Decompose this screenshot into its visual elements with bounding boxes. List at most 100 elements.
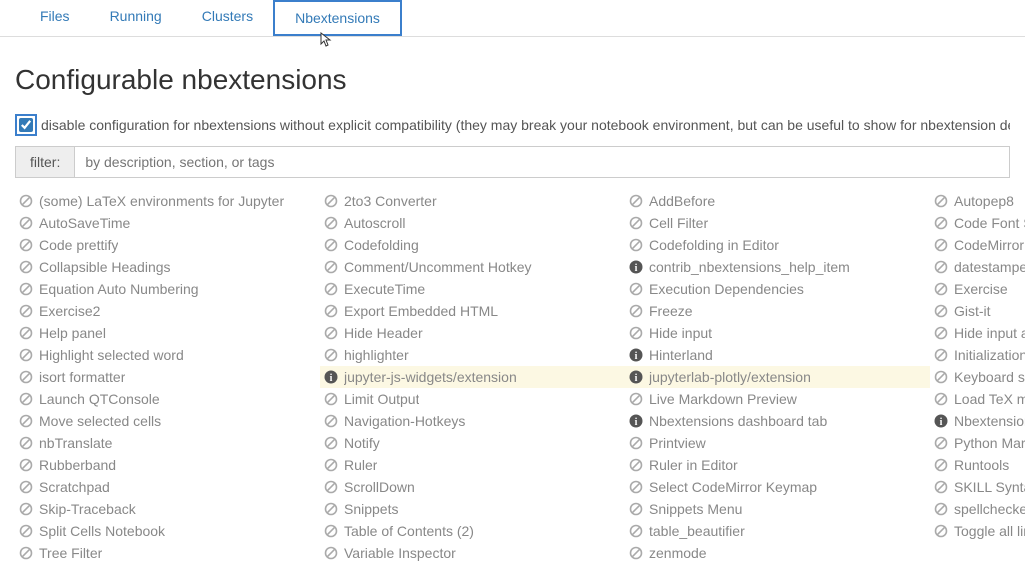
extension-item[interactable]: Move selected cells bbox=[15, 410, 320, 432]
extension-item[interactable]: Split Cells Notebook bbox=[15, 520, 320, 542]
extension-item[interactable]: Help panel bbox=[15, 322, 320, 344]
tab-running[interactable]: Running bbox=[90, 0, 182, 36]
extension-item[interactable]: icontrib_nbextensions_help_item bbox=[625, 256, 930, 278]
extension-item[interactable]: Exercise bbox=[930, 278, 1025, 300]
extension-item[interactable]: datestamper bbox=[930, 256, 1025, 278]
extension-item[interactable]: Hide input bbox=[625, 322, 930, 344]
extension-item[interactable]: iNbextensions dashboard tab bbox=[625, 410, 930, 432]
extension-item[interactable]: Comment/Uncomment Hotkey bbox=[320, 256, 625, 278]
extension-item[interactable]: Live Markdown Preview bbox=[625, 388, 930, 410]
extensions-grid: (some) LaTeX environments for Jupyter2to… bbox=[15, 190, 1010, 564]
extension-item[interactable]: Autopep8 bbox=[930, 190, 1025, 212]
extension-item[interactable]: AddBefore bbox=[625, 190, 930, 212]
extension-item[interactable]: Select CodeMirror Keymap bbox=[625, 476, 930, 498]
extension-item[interactable]: Rubberband bbox=[15, 454, 320, 476]
extension-item[interactable]: Collapsible Headings bbox=[15, 256, 320, 278]
extension-item[interactable]: ijupyter-js-widgets/extension bbox=[320, 366, 625, 388]
extension-item[interactable]: Notify bbox=[320, 432, 625, 454]
page-title: Configurable nbextensions bbox=[15, 64, 1010, 96]
extension-item[interactable]: Runtools bbox=[930, 454, 1025, 476]
extension-item[interactable]: SKILL Syntax bbox=[930, 476, 1025, 498]
extension-item[interactable]: (some) LaTeX environments for Jupyter bbox=[15, 190, 320, 212]
disable-compat-checkbox-highlight bbox=[15, 114, 37, 136]
extension-item[interactable]: Snippets Menu bbox=[625, 498, 930, 520]
extension-item[interactable]: Tree Filter bbox=[15, 542, 320, 564]
extension-item[interactable]: Load TeX macros bbox=[930, 388, 1025, 410]
extension-label: Gist-it bbox=[954, 303, 991, 319]
extension-item[interactable]: nbTranslate bbox=[15, 432, 320, 454]
extension-item[interactable]: Code Font Size bbox=[930, 212, 1025, 234]
extension-item[interactable]: isort formatter bbox=[15, 366, 320, 388]
filter-input[interactable] bbox=[75, 147, 1009, 177]
disabled-icon bbox=[324, 238, 338, 252]
extension-item[interactable]: Hide input all bbox=[930, 322, 1025, 344]
extension-item[interactable]: CodeMirror mode extensions bbox=[930, 234, 1025, 256]
extension-item[interactable]: Ruler in Editor bbox=[625, 454, 930, 476]
tab-nbextensions[interactable]: Nbextensions bbox=[273, 0, 402, 36]
extension-item[interactable]: table_beautifier bbox=[625, 520, 930, 542]
extension-item[interactable]: ExecuteTime bbox=[320, 278, 625, 300]
extension-item[interactable]: Codefolding in Editor bbox=[625, 234, 930, 256]
extension-item[interactable]: Hide Header bbox=[320, 322, 625, 344]
disabled-icon bbox=[934, 304, 948, 318]
extension-item[interactable]: Skip-Traceback bbox=[15, 498, 320, 520]
tab-clusters[interactable]: Clusters bbox=[182, 0, 273, 36]
extension-item[interactable]: Keyboard shortcut editor bbox=[930, 366, 1025, 388]
disabled-icon bbox=[19, 370, 33, 384]
disabled-icon bbox=[934, 282, 948, 296]
extension-item[interactable]: Launch QTConsole bbox=[15, 388, 320, 410]
extension-item[interactable]: ScrollDown bbox=[320, 476, 625, 498]
extension-item[interactable]: Code prettify bbox=[15, 234, 320, 256]
extension-label: AutoSaveTime bbox=[39, 215, 130, 231]
disabled-icon bbox=[934, 392, 948, 406]
disabled-icon bbox=[629, 238, 643, 252]
disabled-icon bbox=[19, 348, 33, 362]
extension-label: Keyboard shortcut editor bbox=[954, 369, 1025, 385]
extension-item[interactable]: Limit Output bbox=[320, 388, 625, 410]
disabled-icon bbox=[324, 458, 338, 472]
extension-item[interactable]: ijupyterlab-plotly/extension bbox=[625, 366, 930, 388]
tab-files[interactable]: Files bbox=[20, 0, 90, 36]
extension-item[interactable]: Export Embedded HTML bbox=[320, 300, 625, 322]
extension-label: Cell Filter bbox=[649, 215, 708, 231]
extension-item[interactable]: Gist-it bbox=[930, 300, 1025, 322]
extension-item[interactable]: Toggle all line numbers bbox=[930, 520, 1025, 542]
extension-item[interactable]: highlighter bbox=[320, 344, 625, 366]
extension-label: Move selected cells bbox=[39, 413, 161, 429]
extension-item[interactable]: Equation Auto Numbering bbox=[15, 278, 320, 300]
extension-label: Hide input bbox=[649, 325, 712, 341]
extension-item[interactable]: Python Markdown bbox=[930, 432, 1025, 454]
disable-compat-checkbox[interactable] bbox=[19, 118, 33, 132]
extension-item[interactable]: Initialization cells bbox=[930, 344, 1025, 366]
disabled-icon bbox=[324, 216, 338, 230]
extension-item[interactable]: Exercise2 bbox=[15, 300, 320, 322]
disabled-icon bbox=[934, 348, 948, 362]
extension-item[interactable]: spellchecker bbox=[930, 498, 1025, 520]
extension-item[interactable]: Table of Contents (2) bbox=[320, 520, 625, 542]
extension-item[interactable]: iNbextensions edit menu item bbox=[930, 410, 1025, 432]
disabled-icon bbox=[19, 282, 33, 296]
extension-item[interactable]: Highlight selected word bbox=[15, 344, 320, 366]
disabled-icon bbox=[629, 436, 643, 450]
disabled-icon bbox=[629, 524, 643, 538]
extension-item[interactable]: Printview bbox=[625, 432, 930, 454]
extension-item[interactable]: Navigation-Hotkeys bbox=[320, 410, 625, 432]
disabled-icon bbox=[934, 480, 948, 494]
extension-item[interactable]: 2to3 Converter bbox=[320, 190, 625, 212]
extension-label: Limit Output bbox=[344, 391, 419, 407]
extension-item[interactable]: Freeze bbox=[625, 300, 930, 322]
extension-item[interactable]: Execution Dependencies bbox=[625, 278, 930, 300]
extension-label: Notify bbox=[344, 435, 380, 451]
extension-item[interactable]: Autoscroll bbox=[320, 212, 625, 234]
extension-item[interactable]: Snippets bbox=[320, 498, 625, 520]
extension-item[interactable]: AutoSaveTime bbox=[15, 212, 320, 234]
disabled-icon bbox=[324, 260, 338, 274]
extension-item[interactable]: zenmode bbox=[625, 542, 930, 564]
extension-item[interactable]: Variable Inspector bbox=[320, 542, 625, 564]
extension-item[interactable]: Codefolding bbox=[320, 234, 625, 256]
extension-item[interactable]: iHinterland bbox=[625, 344, 930, 366]
extension-item[interactable]: Ruler bbox=[320, 454, 625, 476]
extension-item[interactable]: Scratchpad bbox=[15, 476, 320, 498]
extension-item[interactable]: Cell Filter bbox=[625, 212, 930, 234]
extension-label: Hide input all bbox=[954, 325, 1025, 341]
